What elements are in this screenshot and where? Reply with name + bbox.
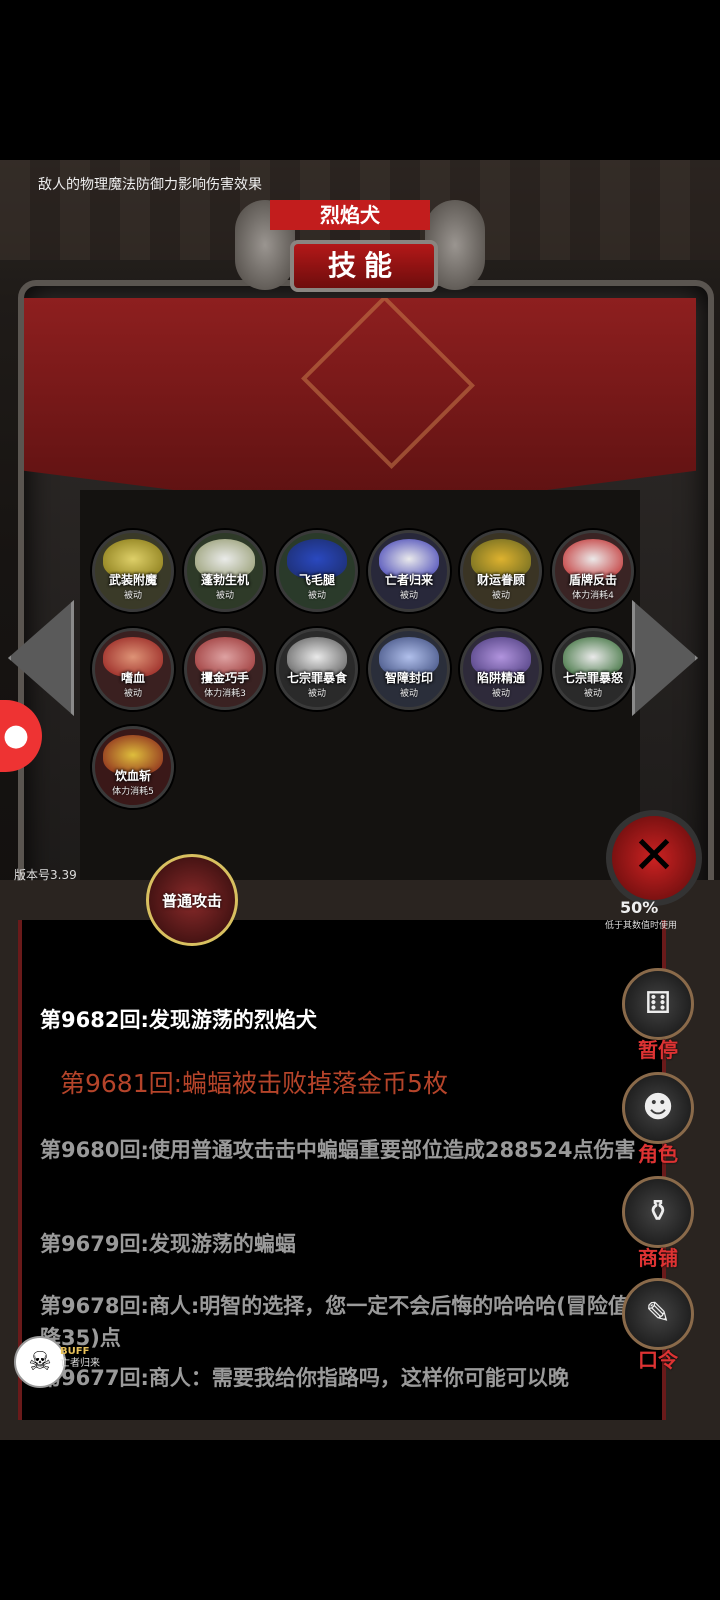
character-button[interactable]: ☻ 角色	[622, 1072, 694, 1167]
shop-label: 商铺	[638, 1246, 678, 1270]
log-text: 第9678回:商人:明智的选择，您一定不会后悔的哈哈哈(冒险值下降35)点	[40, 1294, 650, 1350]
skill-name: 飞毛腿	[298, 573, 335, 587]
monster-name-bar: 烈焰犬	[270, 200, 430, 230]
skill-tag: 被动	[491, 689, 510, 699]
battle-log[interactable]: 第9682回:发现游荡的烈焰犬 第9681回:蝙蝠被击败掉落金币5枚 第9680…	[18, 920, 666, 1420]
log-text: 第9679回:发现游荡的蝙蝠	[40, 1232, 296, 1256]
skill-tag: 被动	[399, 591, 418, 601]
skill-name: 饮血斩	[114, 769, 151, 783]
skill-name: 七宗罪暴怒	[562, 671, 623, 685]
scroll-book-icon: ✎	[622, 1278, 694, 1350]
skill-tag: 被动	[583, 689, 602, 699]
skill-name: 亡者归来	[384, 573, 433, 587]
skill-moujin-qiaoshou[interactable]: 攫金巧手 体力消耗3	[184, 628, 266, 710]
skill-name: 嗜血	[120, 671, 145, 685]
skill-tag: 体力消耗3	[204, 689, 246, 699]
log-line: 第9677回:商人：需要我给你指路吗，这样你可能可以晚	[40, 1362, 650, 1394]
panel-title: 技能	[290, 240, 438, 292]
shop-icon: ⚱	[622, 1176, 694, 1248]
version-label: 版本号3.39	[14, 868, 77, 882]
buff-skull-icon[interactable]: ☠	[14, 1336, 66, 1388]
skill-tag: 被动	[215, 591, 234, 601]
skill-name: 武装附魔	[108, 573, 157, 587]
skill-tag: 被动	[123, 591, 142, 601]
skill-dunpai-fanji[interactable]: 盾牌反击 体力消耗4	[552, 530, 634, 612]
log-text: 第9680回:使用普通攻击击中蝙蝠重要部位造成288524点伤害	[40, 1138, 636, 1162]
banner	[24, 298, 696, 514]
skill-qizong-zui-baoshi[interactable]: 七宗罪暴食 被动	[276, 628, 358, 710]
skill-tag: 被动	[307, 591, 326, 601]
skill-caiyun-juangu[interactable]: 财运眷顾 被动	[460, 530, 542, 612]
skill-zhizhang-fengyin[interactable]: 智障封印 被动	[368, 628, 450, 710]
skill-tag: 被动	[491, 591, 510, 601]
shop-button[interactable]: ⚱ 商铺	[622, 1176, 694, 1271]
log-line: 第9679回:发现游荡的蝙蝠	[40, 1228, 650, 1260]
skill-xianjing-jingtong[interactable]: 陷阱精通 被动	[460, 628, 542, 710]
skill-feimaotui[interactable]: 飞毛腿 被动	[276, 530, 358, 612]
skill-wangzhe-guilai[interactable]: 亡者归来 被动	[368, 530, 450, 612]
log-text: 第9681回:蝙蝠被击败掉落金币5枚	[60, 1069, 448, 1098]
log-line: 第9682回:发现游荡的烈焰犬	[40, 1004, 650, 1036]
skill-name: 财运眷顾	[476, 573, 525, 587]
skill-wuzhuang-fumo[interactable]: 武装附魔 被动	[92, 530, 174, 612]
skill-tag: 被动	[123, 689, 142, 699]
log-line: 第9680回:使用普通攻击击中蝙蝠重要部位造成288524点伤害	[40, 1134, 650, 1166]
character-label: 角色	[638, 1142, 678, 1166]
skill-tag: 体力消耗4	[572, 591, 614, 601]
buff-name: 亡者归来	[60, 1358, 100, 1369]
log-line: 第9678回:商人:明智的选择，您一定不会后悔的哈哈哈(冒险值下降35)点	[40, 1290, 650, 1354]
close-button[interactable]: ✕	[606, 810, 702, 906]
skill-name: 攫金巧手	[200, 671, 249, 685]
log-text: 第9682回:发现游荡的烈焰犬	[40, 1008, 317, 1032]
hooded-figure-icon: ☻	[622, 1072, 694, 1144]
hp-value: 50%	[620, 898, 659, 917]
skill-yinxue-zhan[interactable]: 饮血斩 体力消耗5	[92, 726, 174, 808]
normal-attack-button[interactable]: 普通攻击	[146, 854, 238, 946]
skill-name: 七宗罪暴食	[286, 671, 347, 685]
log-text: 第9677回:商人：需要我给你指路吗，这样你可能可以晚	[40, 1366, 569, 1390]
skill-shixue[interactable]: 嗜血 被动	[92, 628, 174, 710]
log-line: 第9681回:蝙蝠被击败掉落金币5枚	[60, 1068, 662, 1101]
skill-name: 智障封印	[384, 671, 433, 685]
skill-tag: 被动	[399, 689, 418, 699]
hp-note: 低于其数值时使用	[605, 921, 678, 931]
command-label: 口令	[638, 1348, 678, 1372]
skill-name: 盾牌反击	[568, 573, 617, 587]
skill-name: 陷阱精通	[476, 671, 525, 685]
skill-tag: 体力消耗5	[112, 787, 154, 797]
skill-tag: 被动	[307, 689, 326, 699]
attack-label: 普通攻击	[161, 891, 222, 910]
buff-title: BUFF	[60, 1346, 90, 1357]
command-button[interactable]: ✎ 口令	[622, 1278, 694, 1373]
crossed-swords-emblem-icon	[301, 298, 475, 469]
buff-label: BUFF 亡者归来	[60, 1346, 100, 1370]
skill-pengbo-shengji[interactable]: 蓬勃生机 被动	[184, 530, 266, 612]
hint-text: 敌人的物理魔法防御力影响伤害效果	[38, 177, 262, 193]
skill-qizong-zui-baonu[interactable]: 七宗罪暴怒 被动	[552, 628, 634, 710]
skill-name: 蓬勃生机	[200, 573, 249, 587]
game-screen: 敌人的物理魔法防御力影响伤害效果 烈焰犬 技能 武装附魔 被动 蓬勃生机 被动 …	[0, 160, 720, 1440]
pause-label: 暂停	[638, 1038, 678, 1062]
dice-icon: ⚅	[622, 968, 694, 1040]
pause-button[interactable]: ⚅ 暂停	[622, 968, 694, 1063]
